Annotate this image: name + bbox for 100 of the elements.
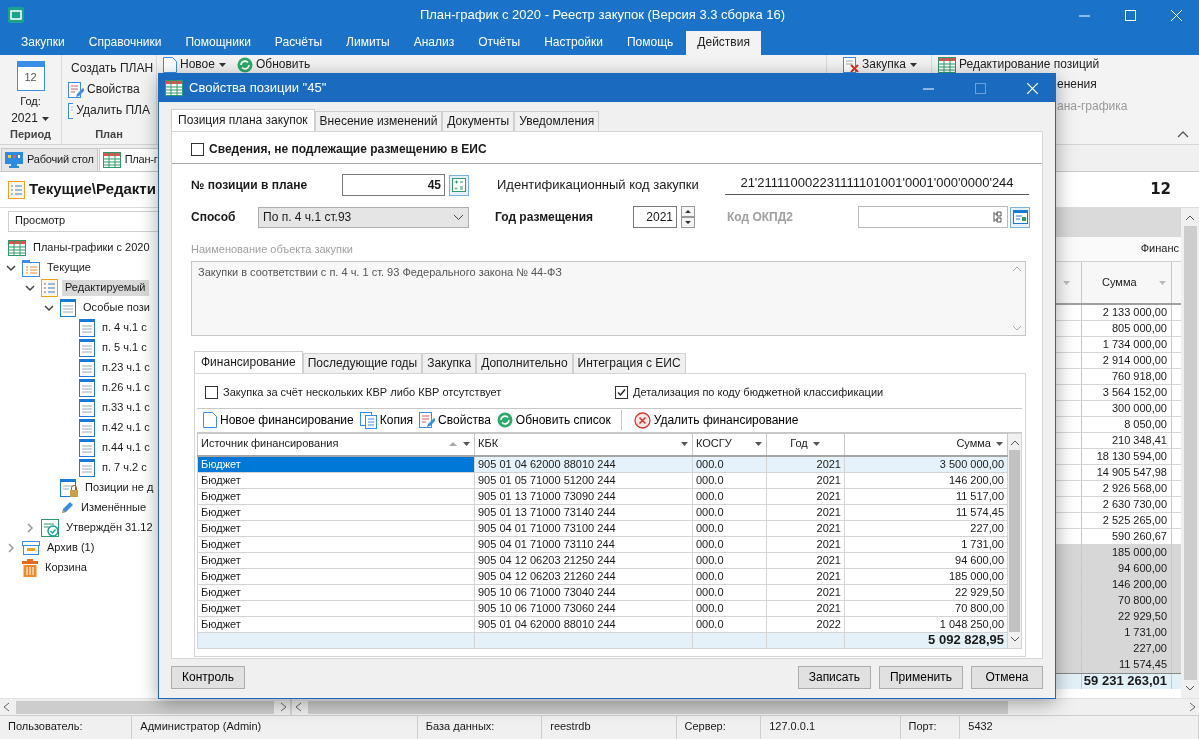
- tab[interactable]: Дополнительно: [476, 352, 573, 373]
- ribbon-button[interactable]: енения: [936, 73, 1128, 95]
- table-row[interactable]: Бюджет 905 01 13 71000 73140 244 000.0 2021 11 574,45: [197, 504, 1008, 520]
- year-dropdown[interactable]: 2021: [9, 108, 52, 129]
- tree-item[interactable]: п. 7 ч.2 с: [99, 460, 150, 476]
- tree-item[interactable]: Планы-графики с 2020: [30, 240, 153, 256]
- toolbar-button[interactable]: Удалить финансирование: [633, 411, 799, 429]
- table-row[interactable]: Бюджет 905 04 01 71000 73110 244 000.0 2021 1 731,00: [197, 536, 1008, 552]
- menu-tab[interactable]: Справочники: [77, 31, 173, 55]
- dropdown-arrow-icon[interactable]: [995, 441, 1004, 448]
- tree-item[interactable]: Изменённые: [78, 500, 149, 516]
- tab[interactable]: Интеграция с ЕИС: [572, 352, 686, 373]
- calculator-button[interactable]: [449, 174, 469, 196]
- status-label: Сервер:: [676, 716, 762, 739]
- table-row[interactable]: Бюджет 905 01 04 62000 88010 244 000.0 2021 3 500 000,00: [197, 456, 1008, 472]
- table-row[interactable]: Бюджет 905 10 06 71000 73060 244 000.0 2021 70 800,00: [197, 600, 1008, 616]
- dialog-button[interactable]: Применить: [879, 666, 963, 689]
- tab[interactable]: Последующие годы: [302, 352, 423, 373]
- dropdown-arrow-icon[interactable]: [909, 61, 918, 68]
- vertical-scrollbar[interactable]: [1181, 208, 1199, 698]
- horizontal-scrollbar[interactable]: [292, 698, 1199, 715]
- tab[interactable]: Позиция плана закупок: [171, 109, 315, 131]
- table-row[interactable]: Бюджет 905 04 12 06203 21250 244 000.0 2021 94 600,00: [197, 552, 1008, 568]
- tree-item[interactable]: Редактируемый: [62, 280, 149, 296]
- input-field[interactable]: 45: [342, 174, 445, 196]
- table-row[interactable]: Бюджет 905 01 05 71000 51200 244 000.0 2021 146 200,00: [197, 472, 1008, 488]
- dropdown-arrow-icon[interactable]: [680, 441, 689, 448]
- toolbar-button[interactable]: Копия: [359, 411, 414, 429]
- menu-tab[interactable]: Помощь: [615, 31, 685, 55]
- okpd-field[interactable]: [858, 206, 1008, 228]
- dropdown-arrow-icon[interactable]: [462, 441, 471, 448]
- tree-item[interactable]: Позиции не д: [82, 480, 157, 496]
- tree-item[interactable]: п.33 ч.1 с: [99, 400, 153, 416]
- dialog-button[interactable]: Записать: [797, 666, 871, 689]
- menu-tab[interactable]: Действия: [686, 31, 761, 55]
- dialog-button[interactable]: Отмена: [971, 666, 1043, 689]
- table-cell: 905 01 05 71000 51200 244: [474, 472, 693, 488]
- checkbox[interactable]: [615, 386, 628, 400]
- toolbar-button[interactable]: Новое финансирование: [203, 412, 354, 428]
- checkbox[interactable]: [191, 143, 204, 156]
- ribbon-button[interactable]: Закупка: [841, 56, 927, 73]
- tab[interactable]: Финансирование: [194, 350, 303, 373]
- dropdown-arrow-icon[interactable]: [40, 115, 50, 122]
- close-icon[interactable]: [1026, 82, 1038, 94]
- menu-tab[interactable]: Настройки: [533, 31, 614, 55]
- checkbox[interactable]: [205, 386, 218, 400]
- year-field[interactable]: 2021: [633, 206, 677, 228]
- collapse-ribbon-icon[interactable]: [1177, 130, 1189, 138]
- dropdown-arrow-icon[interactable]: [217, 61, 227, 68]
- code-field: 21'211110002231111101001'0001'000'0000'244: [725, 175, 1029, 195]
- menu-tab[interactable]: Закупки: [10, 31, 76, 55]
- tree-item[interactable]: п.44 ч.1 с: [99, 440, 153, 456]
- table-row[interactable]: Бюджет 905 04 01 71000 73100 244 000.0 2021 227,00: [197, 520, 1008, 536]
- tree-item[interactable]: п. 5 ч.1 с: [99, 340, 150, 356]
- menu-tab[interactable]: Лимиты: [335, 31, 401, 55]
- table-cell: 2 525 265,00: [1102, 513, 1167, 528]
- tab[interactable]: Закупка: [422, 352, 477, 373]
- tree-item[interactable]: п. 4 ч.1 с: [99, 320, 150, 336]
- menu-tab[interactable]: Анализ: [402, 31, 466, 55]
- menu-tab[interactable]: Расчёты: [263, 31, 334, 55]
- tree-item[interactable]: Корзина: [42, 560, 90, 576]
- vertical-scrollbar[interactable]: [1008, 432, 1022, 649]
- dropdown-arrow-icon[interactable]: [811, 441, 821, 448]
- tree-item[interactable]: Утверждён 31.12: [63, 520, 156, 536]
- ribbon-button[interactable]: Новое: [161, 56, 229, 73]
- ribbon-button[interactable]: Редактирование позиций: [936, 56, 1128, 73]
- tree-icon[interactable]: [992, 211, 1004, 223]
- document-tab[interactable]: Рабочий стол: [1, 148, 98, 171]
- close-icon[interactable]: [1170, 9, 1182, 21]
- tree-item[interactable]: Особые пози: [80, 300, 153, 316]
- table-cell: 2021: [766, 472, 845, 488]
- tab[interactable]: Внесение изменений: [314, 111, 443, 131]
- menu-tab[interactable]: Отчёты: [467, 31, 532, 55]
- menu-tab[interactable]: Помощники: [174, 31, 262, 55]
- dropdown-arrow-icon[interactable]: [754, 441, 763, 448]
- table-row[interactable]: Бюджет 905 04 12 06203 21260 244 000.0 2021 185 000,00: [197, 568, 1008, 584]
- ribbon-button[interactable]: Создать ПЛАН: [66, 58, 152, 79]
- tree-item[interactable]: Текущие: [44, 260, 94, 276]
- table-row[interactable]: Бюджет 905 10 06 71000 73040 244 000.0 2021 22 929,50: [197, 584, 1008, 600]
- ribbon-button[interactable]: Обновить: [234, 56, 313, 73]
- ribbon-button[interactable]: Свойства: [66, 79, 152, 100]
- status-label: Порт:: [900, 716, 961, 739]
- horizontal-scrollbar[interactable]: [0, 698, 290, 715]
- spinner-icon[interactable]: [681, 206, 695, 228]
- method-dropdown[interactable]: По п. 4 ч.1 ст.93: [258, 206, 469, 228]
- tab[interactable]: Документы: [442, 111, 515, 131]
- table-row[interactable]: Бюджет 905 01 04 62000 88010 244 000.0 2022 1 048 250,00: [197, 616, 1008, 632]
- toolbar-button[interactable]: Свойства: [419, 412, 491, 428]
- tree-item[interactable]: п.26 ч.1 с: [99, 380, 153, 396]
- tree-item[interactable]: Архив (1): [44, 540, 98, 556]
- ribbon-button[interactable]: Удалить ПЛА: [66, 100, 152, 121]
- document-icon: [79, 399, 95, 417]
- tab[interactable]: Уведомления: [514, 111, 600, 131]
- tree-item[interactable]: п.42 ч.1 с: [99, 420, 153, 436]
- dialog-button[interactable]: Контроль: [171, 666, 246, 689]
- table-cell: Бюджет: [197, 488, 475, 504]
- tree-item[interactable]: п.23 ч.1 с: [99, 360, 153, 376]
- table-row[interactable]: Бюджет 905 01 13 71000 73090 244 000.0 2021 11 517,00: [197, 488, 1008, 504]
- toolbar-button[interactable]: Обновить список: [496, 412, 611, 428]
- lookup-button[interactable]: [1010, 206, 1030, 228]
